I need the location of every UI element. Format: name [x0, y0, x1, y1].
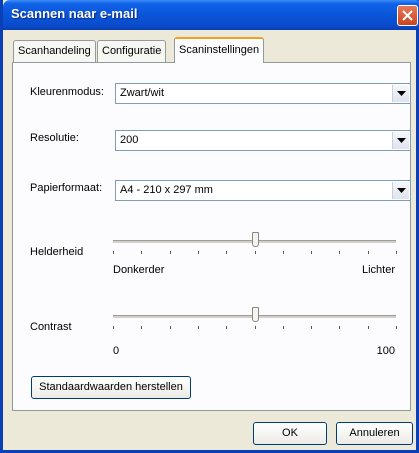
dialog-window: Scannen naar e-mail Scanhandeling Config…: [0, 0, 419, 453]
paper-size-value: A4 - 210 x 297 mm: [120, 184, 213, 196]
brightness-tick: [113, 251, 114, 254]
tab-scanhandeling[interactable]: Scanhandeling: [13, 40, 96, 62]
contrast-tick: [311, 326, 313, 329]
contrast-tick: [197, 326, 199, 329]
brightness-tick: [339, 251, 341, 254]
brightness-tick: [226, 251, 228, 254]
tab-scaninstellingen[interactable]: Scaninstellingen: [174, 37, 265, 63]
contrast-tick: [339, 326, 341, 329]
contrast-tick: [141, 326, 143, 329]
contrast-tick: [367, 326, 369, 329]
title-bar: Scannen naar e-mail: [3, 0, 419, 30]
scan-settings-panel: Kleurenmodus: Zwart/wit Resolutie: 200 P…: [12, 62, 411, 411]
contrast-max-label: 100: [376, 345, 395, 357]
brightness-thumb[interactable]: [251, 232, 259, 247]
brightness-tick: [396, 251, 397, 254]
contrast-tick: [282, 326, 284, 329]
paper-size-select[interactable]: A4 - 210 x 297 mm: [115, 180, 411, 201]
cancel-button[interactable]: Annuleren: [336, 422, 413, 445]
brightness-tick: [141, 251, 143, 254]
ok-button[interactable]: OK: [253, 422, 327, 445]
restore-defaults-button[interactable]: Standaardwaarden herstellen: [31, 376, 191, 399]
contrast-tick: [226, 326, 228, 329]
brightness-tick: [169, 251, 171, 254]
color-mode-select[interactable]: Zwart/wit: [115, 83, 411, 104]
contrast-tick: [169, 326, 171, 329]
brightness-tick: [197, 251, 199, 254]
brightness-label: Helderheid: [30, 246, 84, 258]
resolution-select[interactable]: 200: [115, 130, 411, 151]
brightness-tick: [254, 251, 256, 254]
contrast-tick: [254, 326, 256, 329]
chevron-down-icon: [397, 138, 406, 143]
color-mode-dropdown-arrow[interactable]: [392, 85, 409, 102]
color-mode-value: Zwart/wit: [120, 87, 164, 99]
resolution-dropdown-arrow[interactable]: [392, 132, 409, 149]
contrast-thumb[interactable]: [251, 307, 259, 322]
brightness-tick: [282, 251, 284, 254]
brightness-tick: [367, 251, 369, 254]
brightness-min-label: Donkerder: [113, 264, 165, 276]
color-mode-label: Kleurenmodus:: [30, 86, 104, 98]
contrast-min-label: 0: [113, 345, 120, 357]
window-title: Scannen naar e-mail: [11, 6, 138, 21]
tab-configuratie[interactable]: Configuratie: [97, 40, 167, 62]
close-button[interactable]: [397, 5, 418, 26]
close-icon: [402, 10, 413, 21]
chevron-down-icon: [397, 188, 406, 193]
contrast-tick: [396, 326, 397, 329]
resolution-value: 200: [120, 134, 139, 146]
contrast-label: Contrast: [30, 321, 72, 333]
resolution-label: Resolutie:: [30, 132, 79, 144]
brightness-tick: [311, 251, 313, 254]
contrast-tick: [113, 326, 114, 329]
paper-size-dropdown-arrow[interactable]: [392, 182, 409, 199]
chevron-down-icon: [397, 91, 406, 96]
brightness-max-label: Lichter: [361, 264, 395, 276]
paper-size-label: Papierformaat:: [30, 182, 103, 194]
